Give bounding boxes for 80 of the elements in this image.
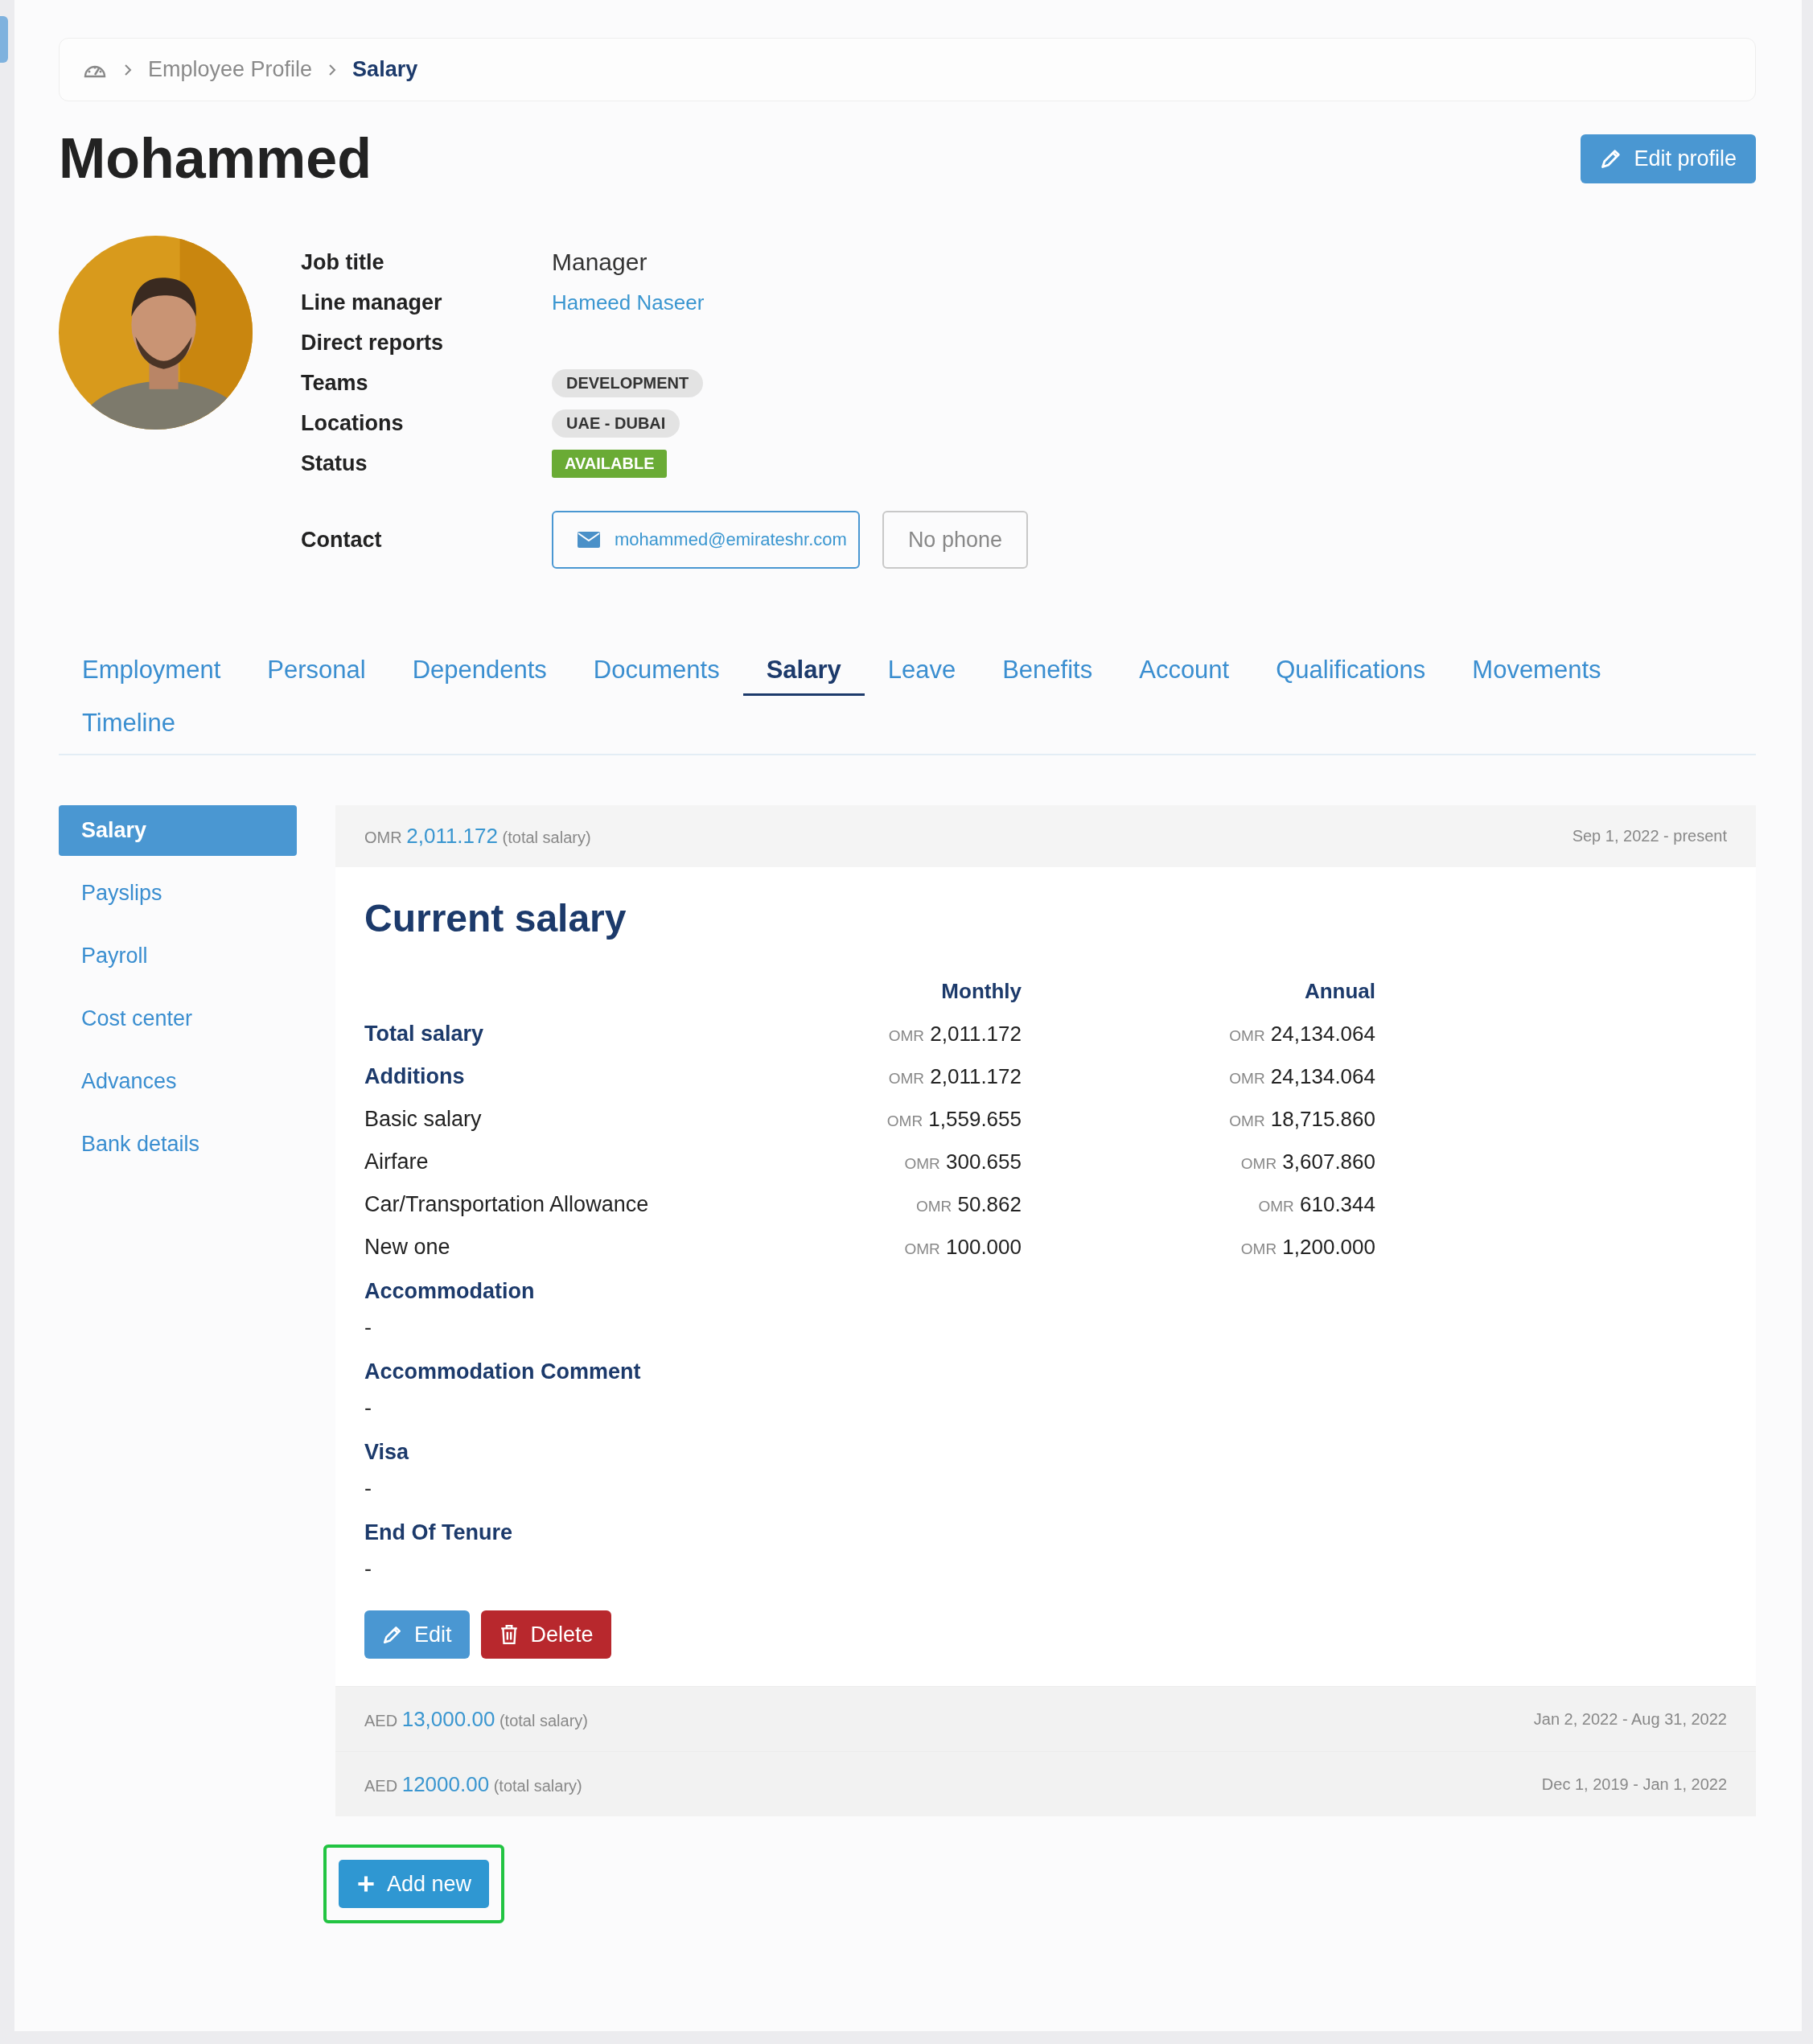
field-label: Teams (301, 370, 369, 396)
annual-amount: OMR 1,200.000 (1240, 1235, 1375, 1260)
annual-amount: OMR 3,607.860 (1240, 1149, 1375, 1174)
monthly-amount: OMR 1,559.655 (886, 1107, 1022, 1132)
section-title: Current salary (364, 896, 627, 940)
plus-icon (356, 1874, 376, 1894)
field-label: Accommodation (364, 1279, 536, 1304)
nav-item[interactable]: Payroll (59, 931, 297, 981)
column-header: Annual (1303, 979, 1375, 1004)
row-label: Basic salary (364, 1107, 483, 1132)
field-value: - (364, 1315, 372, 1340)
field-label: Status (301, 450, 368, 476)
tab[interactable]: Account (1116, 648, 1253, 701)
tab[interactable]: Benefits (979, 648, 1116, 701)
field-label: Line manager (301, 290, 443, 315)
salary-header-bar[interactable]: OMR 2,011.172 (total salary) Sep 1, 2022 - present (335, 805, 1756, 867)
row-label: Airfare (364, 1149, 430, 1174)
tab[interactable]: Dependents (388, 648, 570, 701)
field-label: Job title (301, 249, 385, 275)
tab[interactable]: Employment (59, 648, 245, 701)
tag: DEVELOPMENT (552, 368, 704, 397)
salary-total: OMR 2,011.172 (total salary) (364, 824, 591, 849)
nav-item[interactable]: Cost center (59, 993, 297, 1044)
monthly-amount: OMR 2,011.172 (887, 1022, 1022, 1047)
breadcrumb-link[interactable]: Employee Profile (148, 57, 313, 82)
tab[interactable]: Documents (569, 648, 743, 701)
annual-amount: OMR 18,715.860 (1228, 1107, 1375, 1132)
row-label: Additions (364, 1064, 466, 1089)
monthly-amount: OMR 50.862 (915, 1192, 1022, 1217)
row-label: New one (364, 1235, 451, 1260)
tab[interactable]: Timeline (59, 701, 199, 754)
salary-period: Dec 1, 2019 - Jan 1, 2022 (1541, 1775, 1727, 1794)
edit-button[interactable]: Edit (364, 1610, 470, 1659)
tab[interactable]: Movements (1449, 648, 1625, 701)
field-value: - (364, 1476, 372, 1501)
annual-amount: OMR 610.344 (1257, 1192, 1375, 1217)
tab[interactable]: Salary (742, 648, 865, 696)
tab[interactable]: Personal (244, 648, 389, 701)
pencil-icon (382, 1624, 403, 1645)
monthly-amount: OMR 100.000 (903, 1235, 1022, 1260)
tab[interactable]: Qualifications (1252, 648, 1449, 701)
salary-history-row[interactable]: AED 13,000.00 (total salary) Jan 2, 2022 - Aug 31, 2022 (335, 1686, 1756, 1751)
chevron-icon (124, 63, 132, 76)
field-value: - (364, 1557, 372, 1581)
add-new-button[interactable]: Add new (339, 1860, 490, 1908)
nav-item[interactable]: Advances (59, 1056, 297, 1107)
annual-amount: OMR 24,134.064 (1228, 1022, 1375, 1047)
salary-period: Jan 2, 2022 - Aug 31, 2022 (1533, 1709, 1727, 1729)
field-label: End Of Tenure (364, 1520, 513, 1545)
field-label: Visa (364, 1440, 410, 1465)
salary-total: AED 13,000.00 (total salary) (364, 1706, 588, 1732)
row-label: Car/Transportation Allowance (364, 1192, 650, 1217)
salary-period: Sep 1, 2022 - present (1572, 827, 1727, 845)
email-button[interactable]: mohammed@emirateshr.com (552, 511, 860, 569)
field-value: Manager (552, 249, 648, 276)
field-label: Locations (301, 410, 405, 436)
manager-link[interactable]: Hameed Naseer (552, 290, 705, 315)
annual-amount: OMR 24,134.064 (1228, 1064, 1375, 1089)
field-label: Contact (301, 527, 383, 553)
edit-profile-button[interactable]: Edit profile (1581, 134, 1756, 183)
salary-total: AED 12000.00 (total salary) (364, 1771, 582, 1797)
tag: UAE - DUBAI (552, 409, 680, 438)
nav-item[interactable]: Bank details (59, 1119, 297, 1170)
field-label: Direct reports (301, 330, 445, 356)
nav-item[interactable]: Payslips (59, 868, 297, 919)
delete-button[interactable]: Delete (480, 1610, 611, 1659)
salary-history-row[interactable]: AED 12000.00 (total salary) Dec 1, 2019 - Jan 1, 2022 (335, 1751, 1756, 1816)
tab[interactable]: Leave (864, 648, 980, 701)
phone-button[interactable]: No phone (882, 511, 1028, 569)
chevron-icon (328, 63, 337, 76)
status-badge: AVAILABLE (552, 449, 668, 478)
field-label: Accommodation Comment (364, 1359, 642, 1384)
monthly-amount: OMR 2,011.172 (887, 1064, 1022, 1089)
envelope-icon (578, 532, 600, 548)
column-header: Monthly (940, 979, 1022, 1004)
employee-name: Mohammed (59, 126, 372, 191)
nav-item[interactable]: Salary (59, 805, 297, 856)
field-value: - (364, 1396, 372, 1421)
row-label: Total salary (364, 1022, 485, 1047)
monthly-amount: OMR 300.655 (903, 1149, 1022, 1174)
